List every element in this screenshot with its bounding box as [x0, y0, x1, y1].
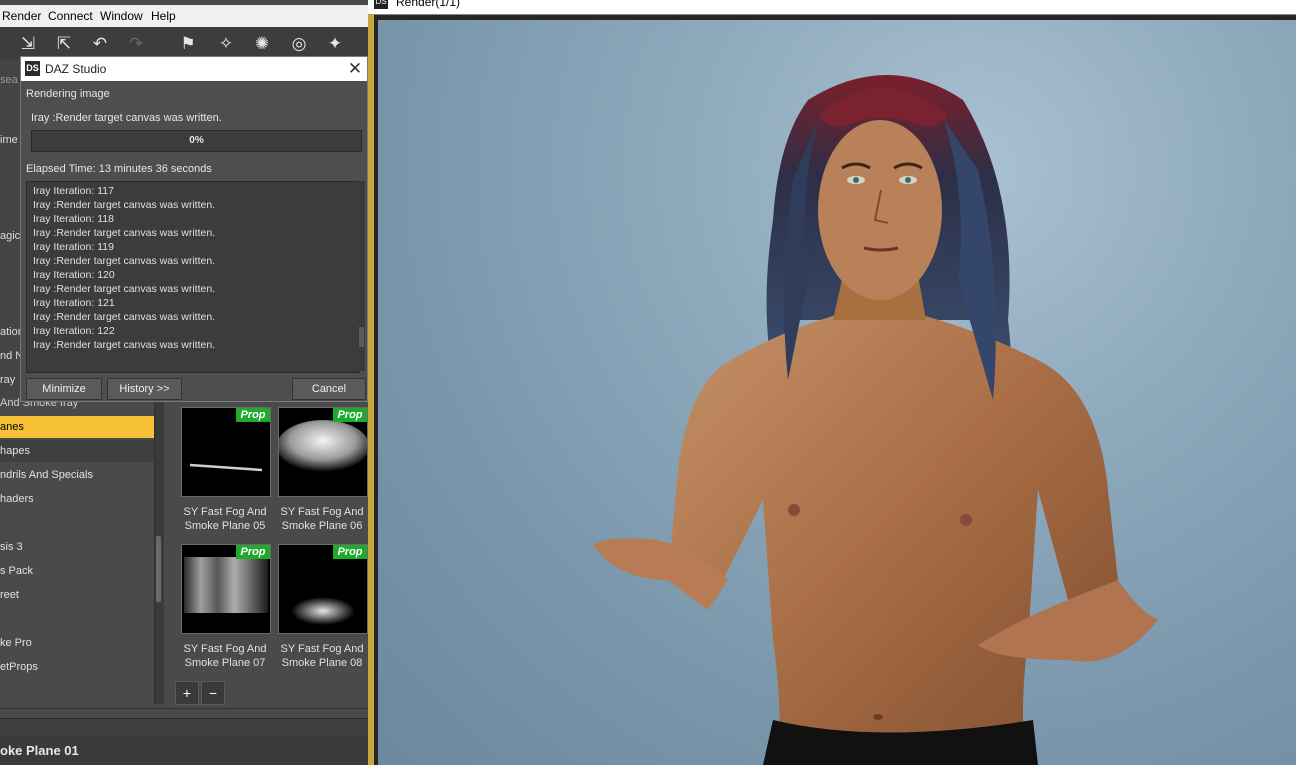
side-label: agic	[0, 230, 21, 242]
caption-line: SY Fast Fog And	[280, 506, 364, 518]
category-scroll-thumb[interactable]	[156, 536, 161, 602]
caption-line: SY Fast Fog And	[183, 643, 267, 655]
menu-render[interactable]: Render	[2, 9, 41, 23]
panel-tab-strip	[0, 718, 368, 737]
log-line: Iray :Render target canvas was written.	[33, 283, 216, 295]
log-line: Iray :Render target canvas was written.	[33, 199, 216, 211]
cancel-button[interactable]: Cancel	[292, 378, 366, 400]
category-item[interactable]: reet	[0, 584, 154, 606]
menu-window[interactable]: Window	[100, 9, 143, 23]
thumbnail-smoke-plane-05[interactable]: Prop	[181, 407, 271, 497]
camera-icon[interactable]: ⚑	[176, 32, 200, 56]
close-icon[interactable]: ✕	[345, 58, 365, 80]
distant-light-icon[interactable]: ✦	[323, 32, 347, 56]
log-scroll-thumb[interactable]	[359, 327, 364, 347]
log-line: Iray :Render target canvas was written.	[33, 311, 216, 323]
prop-badge: Prop	[236, 545, 270, 559]
log-line: Iray :Render target canvas was written.	[33, 339, 216, 351]
render-log[interactable]: Iray Iteration: 117 Iray :Render target …	[26, 181, 360, 373]
log-line: Iray Iteration: 119	[33, 241, 114, 253]
daz-logo-icon: DS	[25, 61, 40, 76]
thumbnail-caption: SY Fast Fog And Smoke Plane 08	[274, 642, 368, 670]
render-window: DS Render(1/1)	[368, 0, 1296, 765]
category-item[interactable]: ke Pro	[0, 632, 154, 654]
render-window-frame	[368, 14, 374, 765]
log-line: Iray Iteration: 122	[33, 325, 115, 337]
thumbnail-smoke-plane-07[interactable]: Prop	[181, 544, 271, 634]
category-item[interactable]: sis 3	[0, 536, 154, 558]
content-thumbnail-grid: Prop SY Fast Fog And Smoke Plane 05 Prop…	[170, 398, 368, 678]
render-window-title-bar[interactable]: DS Render(1/1)	[368, 0, 1296, 15]
elapsed-time: Elapsed Time: 13 minutes 36 seconds	[26, 163, 212, 175]
point-light-icon[interactable]: ✺	[250, 32, 274, 56]
add-remove-bar: + −	[170, 678, 368, 708]
log-line: Iray :Render target canvas was written.	[33, 227, 216, 239]
side-label: ime	[0, 134, 18, 146]
log-line: Iray Iteration: 117	[33, 185, 114, 197]
rendered-figure-image	[593, 75, 1158, 765]
render-image	[378, 20, 1296, 765]
selected-item-title: oke Plane 01	[0, 736, 368, 765]
thumbnail-caption: SY Fast Fog And Smoke Plane 05	[177, 505, 273, 533]
category-item[interactable]: etProps	[0, 656, 154, 678]
caption-line: SY Fast Fog And	[280, 643, 364, 655]
log-line: Iray Iteration: 120	[33, 269, 115, 281]
category-list: And Smoke Iray anes hapes ndrils And Spe…	[0, 397, 156, 704]
thumbnail-smoke-plane-08[interactable]: Prop	[278, 544, 368, 634]
category-item[interactable]: haders	[0, 488, 154, 510]
add-button[interactable]: +	[175, 681, 199, 705]
log-line: Iray Iteration: 118	[33, 213, 114, 225]
dialog-title: DAZ Studio	[45, 62, 107, 76]
prop-badge: Prop	[236, 408, 270, 422]
caption-line: Smoke Plane 08	[281, 657, 363, 669]
export-icon[interactable]: ⇱	[52, 32, 76, 56]
side-panel-strip: sea ime agic ation nd N ray	[0, 60, 24, 400]
redo-icon[interactable]: ↷	[124, 32, 148, 56]
render-window-title: Render(1/1)	[396, 0, 461, 9]
progress-bar: 0%	[31, 130, 362, 152]
daz-main-window: Render Connect Window Help ⇲ ⇱ ↶ ↷ ⚑ ✧ ✺…	[0, 0, 368, 765]
spotlight-icon[interactable]: ✧	[214, 32, 238, 56]
history-button[interactable]: History >>	[107, 378, 182, 400]
undo-icon[interactable]: ↶	[88, 32, 112, 56]
minimize-button[interactable]: Minimize	[26, 378, 102, 400]
status-message: Iray :Render target canvas was written.	[31, 112, 222, 124]
prop-badge: Prop	[333, 545, 367, 559]
side-label: sea	[0, 74, 18, 86]
daz-logo-icon: DS	[374, 0, 388, 9]
thumbnail-caption: SY Fast Fog And Smoke Plane 07	[177, 642, 273, 670]
log-line: Iray :Render target canvas was written.	[33, 255, 216, 267]
prop-badge: Prop	[333, 408, 367, 422]
thumbnail-smoke-plane-06[interactable]: Prop	[278, 407, 368, 497]
category-item[interactable]: hapes	[0, 440, 154, 462]
caption-line: Smoke Plane 07	[184, 657, 266, 669]
category-item-selected[interactable]: anes	[0, 416, 154, 438]
menu-help[interactable]: Help	[151, 9, 176, 23]
render-progress-dialog: DS DAZ Studio ✕ Rendering image Iray :Re…	[20, 56, 368, 402]
import-icon[interactable]: ⇲	[16, 32, 40, 56]
menu-bar: Render Connect Window Help	[0, 5, 368, 27]
category-item[interactable]: ndrils And Specials	[0, 464, 154, 486]
caption-line: Smoke Plane 05	[184, 520, 266, 532]
gauge-icon[interactable]: ◎	[287, 32, 311, 56]
category-item[interactable]: s Pack	[0, 560, 154, 582]
side-label: ray	[0, 374, 16, 386]
caption-line: Smoke Plane 06	[281, 520, 363, 532]
caption-line: SY Fast Fog And	[183, 506, 267, 518]
status-heading: Rendering image	[26, 88, 110, 100]
log-line: Iray Iteration: 121	[33, 297, 115, 309]
remove-button[interactable]: −	[201, 681, 225, 705]
menu-connect[interactable]: Connect	[48, 9, 93, 23]
dialog-title-bar[interactable]: DS DAZ Studio ✕	[21, 57, 367, 81]
thumbnail-caption: SY Fast Fog And Smoke Plane 06	[274, 505, 368, 533]
